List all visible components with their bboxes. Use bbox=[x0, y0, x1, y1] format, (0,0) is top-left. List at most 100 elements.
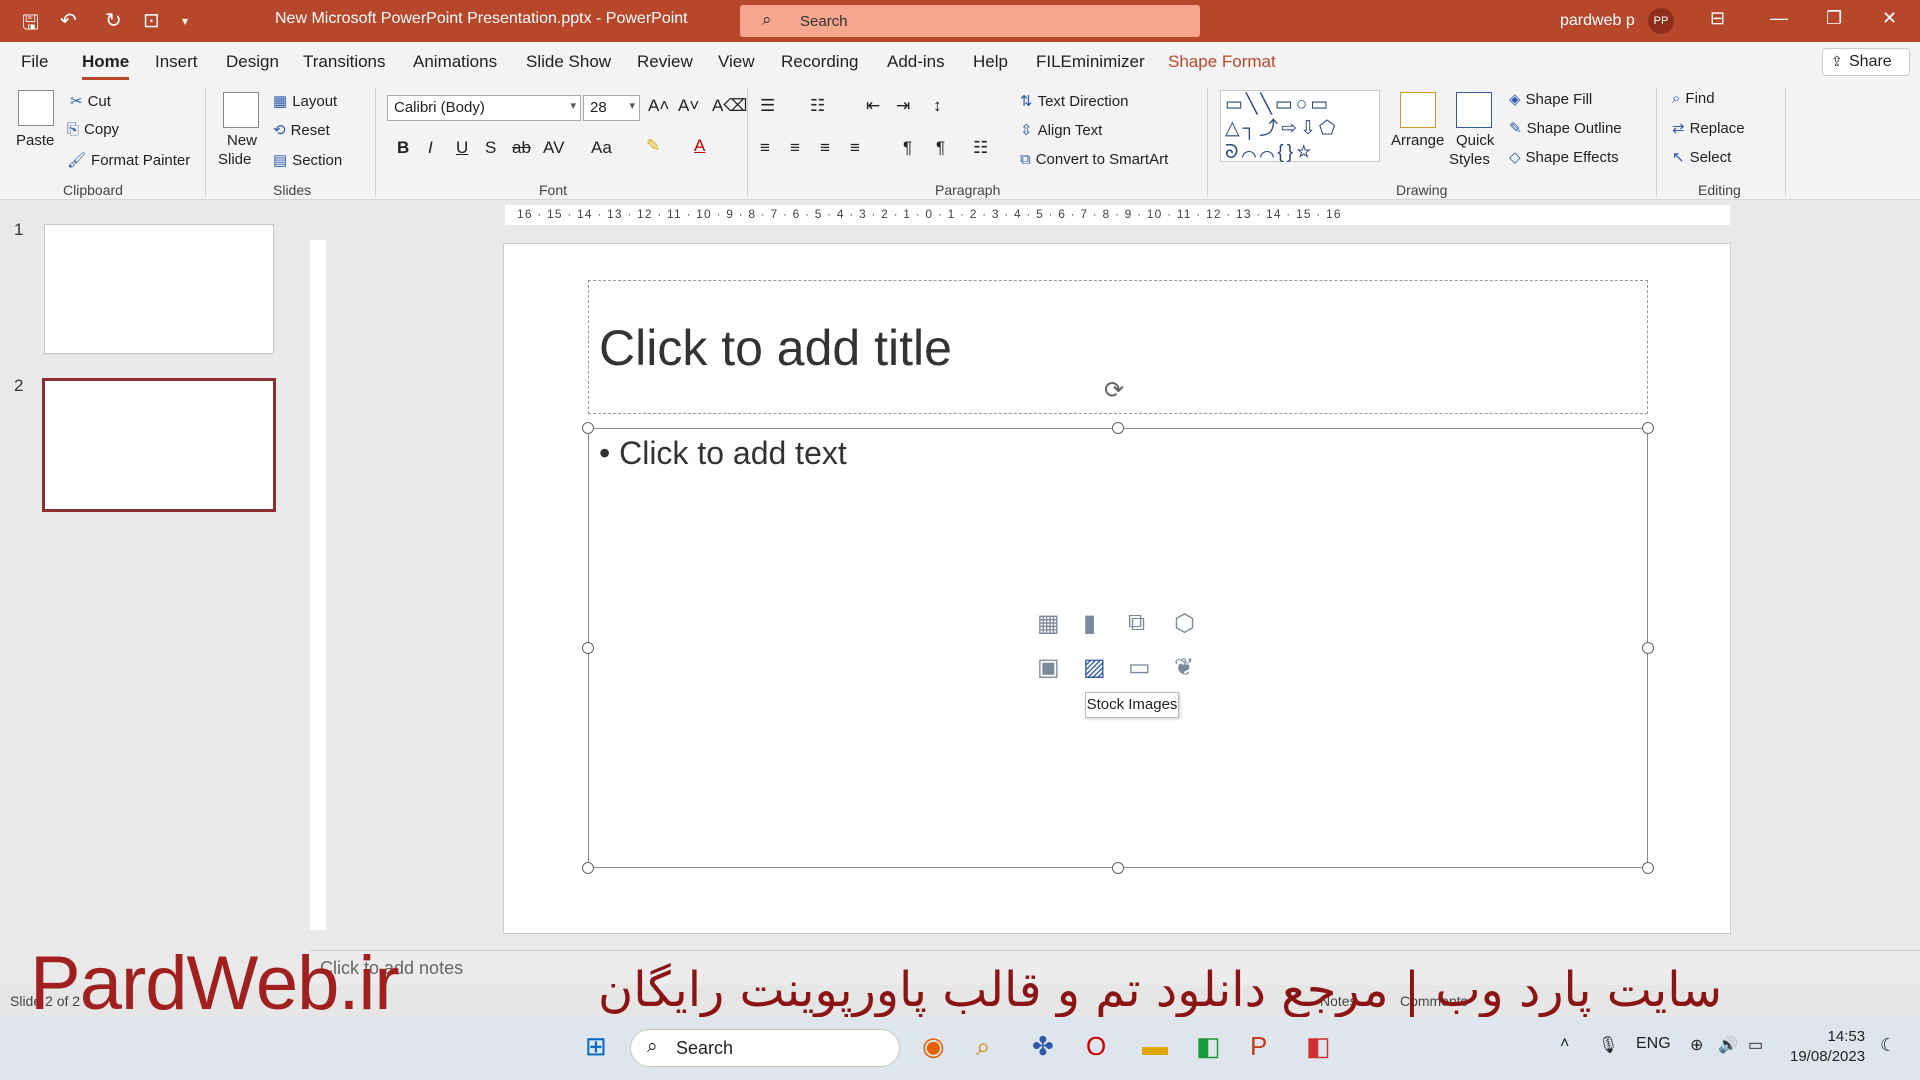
align-right-icon[interactable]: ≡ bbox=[820, 138, 830, 158]
font-size-select[interactable]: 28 ▾ bbox=[583, 95, 640, 121]
reset-button[interactable]: ⟲ Reset bbox=[273, 121, 330, 139]
recorder-icon[interactable]: ◧ bbox=[1306, 1031, 1331, 1062]
shapes-gallery[interactable]: ▭╲╲▭○▭ △┐⤴⇨⇩⬠ ᘐ⌒⌒{}☆ bbox=[1220, 90, 1380, 163]
paste-button[interactable]: Paste bbox=[16, 132, 54, 149]
strikethrough-icon[interactable]: ab bbox=[512, 138, 531, 158]
customize-qat-icon[interactable]: ▾ bbox=[182, 14, 188, 28]
layout-button[interactable]: ▦ Layout bbox=[273, 92, 337, 110]
resize-handle[interactable] bbox=[1642, 642, 1654, 654]
shape-effects-button[interactable]: ◇ Shape Effects bbox=[1509, 148, 1619, 166]
resize-handle[interactable] bbox=[582, 862, 594, 874]
user-name[interactable]: pardweb p bbox=[1560, 12, 1635, 30]
camtasia-icon[interactable]: ◧ bbox=[1196, 1031, 1221, 1062]
section-button[interactable]: ▤ Section bbox=[273, 151, 342, 169]
search-box[interactable]: ⌕ Search bbox=[740, 5, 1200, 37]
save-icon[interactable]: 🖫 bbox=[22, 8, 39, 42]
network-icon[interactable]: ⊕ bbox=[1690, 1035, 1703, 1055]
shrink-font-icon[interactable]: A˅ bbox=[678, 96, 699, 116]
share-button[interactable]: ⇪ Share bbox=[1822, 48, 1910, 76]
resize-handle[interactable] bbox=[1642, 422, 1654, 434]
language-indicator[interactable]: ENG bbox=[1636, 1035, 1671, 1053]
firefox-icon[interactable]: ◉ bbox=[922, 1031, 945, 1062]
shape-outline-button[interactable]: ✎ Shape Outline bbox=[1509, 119, 1622, 137]
tab-review[interactable]: Review bbox=[637, 52, 693, 72]
grow-font-icon[interactable]: A˄ bbox=[648, 96, 669, 116]
slide-thumbnail-1[interactable] bbox=[44, 224, 274, 354]
resize-handle[interactable] bbox=[1112, 422, 1124, 434]
align-center-icon[interactable]: ≡ bbox=[790, 138, 800, 158]
paste-icon[interactable] bbox=[18, 90, 54, 126]
tab-view[interactable]: View bbox=[718, 52, 755, 72]
resize-handle[interactable] bbox=[1112, 862, 1124, 874]
new-slide-label-2[interactable]: Slide bbox=[218, 151, 251, 168]
tab-transitions[interactable]: Transitions bbox=[303, 52, 386, 72]
copy-button[interactable]: ⎘ Copy bbox=[67, 121, 119, 138]
format-painter-button[interactable]: 🖌 Format Painter bbox=[67, 151, 190, 169]
microphone-icon[interactable]: 🎙 bbox=[1598, 1035, 1618, 1055]
quick-styles-label-2[interactable]: Styles bbox=[1449, 151, 1490, 168]
change-case-icon[interactable]: Aa bbox=[591, 138, 612, 158]
decrease-indent-icon[interactable]: ⇤ bbox=[866, 96, 880, 116]
search-app-icon[interactable]: ⌕ bbox=[976, 1031, 991, 1063]
tab-help[interactable]: Help bbox=[973, 52, 1008, 72]
insert-picture-icon[interactable]: ▣ bbox=[1037, 653, 1060, 682]
quick-styles-icon[interactable] bbox=[1456, 92, 1492, 128]
new-slide-label-1[interactable]: New bbox=[227, 132, 257, 149]
tab-home[interactable]: Home bbox=[82, 52, 130, 80]
bullets-icon[interactable]: ☰ bbox=[760, 96, 775, 116]
undo-icon[interactable]: ↶ bbox=[60, 8, 77, 33]
select-button[interactable]: ↖ Select bbox=[1672, 148, 1731, 166]
taskbar-search[interactable]: ⌕ Search bbox=[630, 1029, 900, 1067]
battery-icon[interactable]: ▭ bbox=[1748, 1035, 1763, 1055]
avatar[interactable]: PP bbox=[1648, 8, 1674, 34]
insert-3d-model-icon[interactable]: ⬡ bbox=[1174, 609, 1195, 638]
insert-chart-icon[interactable]: ▮ bbox=[1083, 609, 1096, 638]
font-color-icon[interactable]: A bbox=[694, 136, 705, 156]
arrange-icon[interactable] bbox=[1400, 92, 1436, 128]
close-icon[interactable]: ✕ bbox=[1882, 8, 1897, 29]
tab-design[interactable]: Design bbox=[226, 52, 279, 72]
bold-icon[interactable]: B bbox=[397, 138, 409, 158]
opera-icon[interactable]: O bbox=[1086, 1031, 1106, 1062]
underline-icon[interactable]: U bbox=[456, 138, 468, 158]
tab-recording[interactable]: Recording bbox=[781, 52, 859, 72]
volume-icon[interactable]: 🔊 bbox=[1718, 1035, 1738, 1055]
tab-slide-show[interactable]: Slide Show bbox=[526, 52, 611, 72]
clock[interactable]: 14:53 19/08/2023 bbox=[1790, 1027, 1865, 1067]
new-slide-icon[interactable] bbox=[223, 92, 259, 128]
chevron-up-icon[interactable]: ˄ bbox=[1560, 1035, 1569, 1053]
tab-fileminimizer[interactable]: FILEminimizer bbox=[1036, 52, 1145, 72]
shape-fill-button[interactable]: ◈ Shape Fill bbox=[1509, 90, 1592, 108]
resize-handle[interactable] bbox=[582, 422, 594, 434]
rtl-icon[interactable]: ¶ bbox=[936, 138, 945, 158]
resize-handle[interactable] bbox=[1642, 862, 1654, 874]
powerpoint-icon[interactable]: P bbox=[1250, 1031, 1267, 1062]
insert-smartart-icon[interactable]: ⧉ bbox=[1128, 609, 1145, 637]
stock-images-icon[interactable]: ▨ bbox=[1083, 653, 1106, 682]
font-family-select[interactable]: Calibri (Body) ▾ bbox=[387, 95, 581, 121]
ltr-icon[interactable]: ¶ bbox=[903, 138, 912, 158]
rotate-handle-icon[interactable]: ⟳ bbox=[1104, 376, 1124, 405]
insert-icon-icon[interactable]: ❦ bbox=[1174, 653, 1194, 682]
cut-button[interactable]: ✂ Cut bbox=[70, 92, 111, 110]
text-direction-button[interactable]: ⇅ Text Direction bbox=[1020, 92, 1128, 110]
file-explorer-icon[interactable]: ▬ bbox=[1142, 1031, 1168, 1062]
present-icon[interactable]: ⊡ bbox=[143, 8, 160, 33]
tab-animations[interactable]: Animations bbox=[413, 52, 497, 72]
resize-handle[interactable] bbox=[582, 642, 594, 654]
tab-add-ins[interactable]: Add-ins bbox=[887, 52, 945, 72]
justify-icon[interactable]: ≡ bbox=[850, 138, 860, 158]
tab-insert[interactable]: Insert bbox=[155, 52, 198, 72]
slide-canvas[interactable]: Click to add title ⟳ • Click to add text… bbox=[503, 243, 1731, 934]
char-spacing-icon[interactable]: AV bbox=[543, 138, 564, 158]
tab-file[interactable]: File bbox=[21, 52, 48, 72]
insert-video-icon[interactable]: ▭ bbox=[1128, 653, 1151, 682]
windows-start-icon[interactable]: ⊞ bbox=[585, 1031, 607, 1062]
find-button[interactable]: ⌕ Find bbox=[1672, 90, 1715, 107]
content-placeholder[interactable]: • Click to add text ▦ ▮ ⧉ ⬡ ▣ ▨ ▭ ❦ bbox=[588, 428, 1648, 868]
line-spacing-icon[interactable]: ↕ bbox=[933, 96, 942, 116]
insert-table-icon[interactable]: ▦ bbox=[1037, 609, 1060, 638]
slide-thumbnail-2[interactable] bbox=[42, 378, 276, 512]
ribbon-display-icon[interactable]: ⊟ bbox=[1710, 8, 1725, 29]
italic-icon[interactable]: I bbox=[428, 138, 433, 158]
